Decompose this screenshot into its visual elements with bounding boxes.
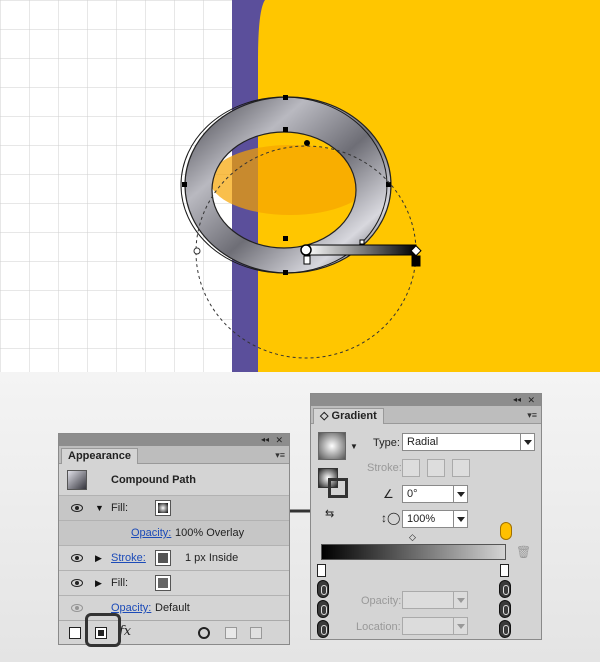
type-label: Type:: [373, 437, 400, 449]
disclosure-triangle-closed-icon[interactable]: ▶: [95, 578, 102, 588]
aspect-field[interactable]: 100%: [402, 510, 468, 528]
stroke-swatch[interactable]: [155, 550, 171, 566]
aspect-value: 100%: [407, 513, 436, 525]
fill-label-2: Fill:: [111, 577, 129, 589]
angle-value: 0°: [407, 488, 418, 500]
tab-appearance[interactable]: Appearance: [61, 448, 138, 464]
stroke-align-across-icon[interactable]: [452, 459, 470, 477]
stroke-label: Stroke:: [367, 462, 402, 474]
annotator-left-handle[interactable]: [193, 247, 201, 255]
stroke-value: 1 px Inside: [185, 552, 239, 564]
type-select[interactable]: Radial: [402, 433, 535, 451]
chevron-down-icon[interactable]: ▼: [350, 442, 358, 451]
fill-row[interactable]: ▼ Fill:: [59, 496, 289, 521]
eye-icon[interactable]: [71, 554, 83, 562]
stop-pin-icon[interactable]: [317, 580, 329, 598]
stop-pin-icon[interactable]: [499, 580, 511, 598]
artboard-canvas[interactable]: [0, 0, 600, 372]
trash-icon[interactable]: 🗑: [516, 545, 531, 559]
tab-gradient[interactable]: ◇ Gradient: [313, 408, 384, 424]
clear-appearance-icon[interactable]: [198, 627, 210, 639]
opacity-field[interactable]: [402, 591, 468, 609]
close-icon[interactable]: ✕: [527, 394, 535, 406]
collapse-icon[interactable]: ◂◂: [513, 394, 521, 406]
panel-topbar[interactable]: ◂◂ ✕: [311, 394, 541, 406]
midpoint-diamond-icon[interactable]: ◇: [409, 532, 416, 543]
fill-opacity-value: 100% Overlay: [175, 527, 245, 539]
gradient-panel[interactable]: ◂◂ ✕ ◇ Gradient ▾≡ ▼ Type: Radial Stroke…: [310, 393, 542, 640]
stroke-swatch[interactable]: [328, 478, 348, 498]
object-thumbnail: [67, 470, 87, 490]
type-select-value: Radial: [407, 436, 439, 448]
gradient-stop-left[interactable]: [317, 564, 326, 577]
aspect-ratio-icon: ↕◯: [381, 511, 401, 525]
tab-row: Appearance ▾≡: [59, 446, 289, 464]
location-label: Location:: [356, 621, 401, 633]
stop-pin-icon[interactable]: [499, 620, 511, 638]
disclosure-triangle-closed-icon[interactable]: ▶: [95, 553, 102, 563]
close-icon[interactable]: ✕: [275, 434, 283, 446]
panel-topbar[interactable]: ◂◂ ✕: [59, 434, 289, 446]
fill-row-2[interactable]: ▶ Fill:: [59, 571, 289, 596]
fill-opacity-row[interactable]: Opacity: 100% Overlay: [59, 521, 289, 546]
fill-opacity-link[interactable]: Opacity:: [131, 527, 171, 540]
reverse-gradient-icon[interactable]: ⇆: [325, 507, 334, 520]
stop-pin-icon[interactable]: [499, 600, 511, 618]
highlight-ring: [85, 613, 121, 647]
angle-field[interactable]: 0°: [402, 485, 468, 503]
fill-label: Fill:: [111, 502, 129, 514]
object-opacity-value: Default: [155, 602, 190, 614]
artwork-svg[interactable]: [0, 0, 600, 372]
location-field[interactable]: [402, 617, 468, 635]
panel-menu-icon[interactable]: ▾≡: [275, 449, 285, 461]
stroke-link[interactable]: Stroke:: [111, 552, 146, 565]
opacity-label: Opacity:: [361, 595, 402, 607]
gradient-slider-bar[interactable]: [321, 544, 506, 560]
gradient-swatch-icon[interactable]: [318, 432, 346, 460]
eye-icon[interactable]: [71, 504, 83, 512]
stop-pin-icon[interactable]: [317, 620, 329, 638]
gradient-stop-color-icon[interactable]: [500, 522, 512, 540]
duplicate-item-icon[interactable]: [225, 627, 237, 639]
fill-swatch-2[interactable]: [155, 575, 171, 591]
panel-menu-icon[interactable]: ▾≡: [527, 409, 537, 421]
add-stroke-icon[interactable]: [69, 627, 81, 639]
eye-icon[interactable]: [71, 604, 83, 612]
disclosure-triangle-open-icon[interactable]: ▼: [95, 503, 104, 513]
trash-icon[interactable]: [250, 627, 262, 639]
stroke-align-within-icon[interactable]: [402, 459, 420, 477]
angle-icon: ∠: [383, 487, 394, 501]
stop-pin-icon[interactable]: [317, 600, 329, 618]
eye-icon[interactable]: [71, 579, 83, 587]
compound-path-title: Compound Path: [111, 474, 196, 486]
gradient-stop-right[interactable]: [500, 564, 509, 577]
fill-swatch[interactable]: [155, 500, 171, 516]
stroke-row[interactable]: ▶ Stroke: 1 px Inside: [59, 546, 289, 571]
stroke-align-along-icon[interactable]: [427, 459, 445, 477]
collapse-icon[interactable]: ◂◂: [261, 434, 269, 446]
tab-row: ◇ Gradient ▾≡: [311, 406, 541, 424]
appearance-header-row: Compound Path: [59, 465, 289, 496]
